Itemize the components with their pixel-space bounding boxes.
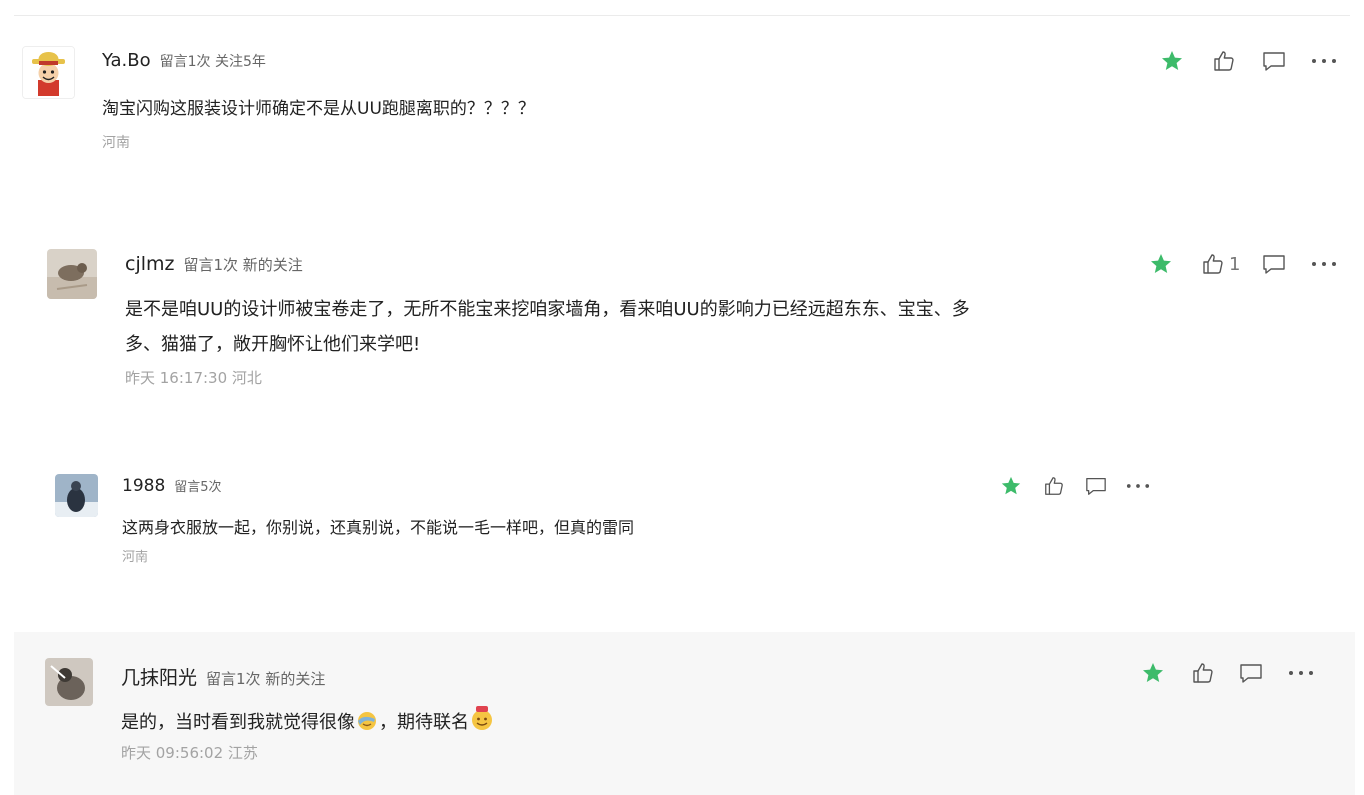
666-emoji-icon: [469, 705, 495, 736]
comment-timestamp-location: 昨天 16:17:30 河北: [125, 369, 262, 387]
comment-text: 淘宝闪购这服装设计师确定不是从UU跑腿离职的？？？？: [102, 99, 535, 119]
commenter-name[interactable]: cjlmz: [125, 253, 175, 275]
speech-bubble-icon[interactable]: [1237, 660, 1265, 686]
comment-item: cjlmz 留言1次 新的关注 是不是咱UU的设计师被宝卷走了，无所不能宝来挖咱…: [0, 235, 1364, 405]
avatar[interactable]: [22, 46, 75, 99]
comment-timestamp-location: 昨天 09:56:02 江苏: [121, 744, 258, 762]
commenter-meta: 留言1次 关注5年: [159, 54, 266, 70]
comment-item: Ya.Bo 留言1次 关注5年 淘宝闪购这服装设计师确定不是从UU跑腿离职的？？…: [0, 30, 1364, 190]
thumbs-up-icon[interactable]: [1210, 48, 1238, 74]
more-dots-icon[interactable]: [1310, 48, 1338, 74]
like-count: 1: [1229, 253, 1241, 275]
comment-text-line: 是不是咱UU的设计师被宝卷走了，无所不能宝来挖咱家墙角，看来咱UU的影响力已经远…: [125, 299, 970, 320]
comment-text-line: 多、猫猫了，敞开胸怀让他们来学吧!: [125, 334, 421, 355]
comment-text: 是的，当时看到我就觉得很像 ，期待联名: [121, 705, 495, 736]
star-icon[interactable]: [1139, 660, 1167, 686]
comment-actions: [1158, 48, 1338, 74]
speech-bubble-icon[interactable]: [1260, 251, 1288, 277]
comment-header: Ya.Bo 留言1次 关注5年: [102, 50, 266, 71]
avatar[interactable]: [47, 249, 97, 299]
thumbs-up-icon[interactable]: [1189, 660, 1217, 686]
comment-actions: 1: [1147, 251, 1338, 277]
commenter-meta: 留言1次 新的关注: [183, 256, 303, 274]
star-icon[interactable]: [1147, 251, 1175, 277]
comment-text-part: ，期待联名: [379, 712, 469, 733]
thumbs-up-icon[interactable]: [1041, 474, 1067, 498]
comment-location: 河南: [122, 550, 149, 565]
thumbs-up-icon[interactable]: [1199, 251, 1227, 277]
more-dots-icon[interactable]: [1125, 474, 1151, 498]
comment-location: 河南: [102, 135, 130, 151]
top-divider: [14, 15, 1350, 16]
comment-header: 几抹阳光 留言1次 新的关注: [121, 663, 325, 690]
star-icon[interactable]: [1158, 48, 1186, 74]
speech-bubble-icon[interactable]: [1083, 474, 1109, 498]
commenter-meta: 留言5次: [174, 480, 222, 495]
avatar[interactable]: [55, 474, 98, 517]
star-icon[interactable]: [998, 474, 1024, 498]
comment-text-part: 是的，当时看到我就觉得很像: [121, 712, 355, 733]
avatar[interactable]: [45, 658, 93, 706]
speech-bubble-icon[interactable]: [1260, 48, 1288, 74]
more-dots-icon[interactable]: [1287, 660, 1315, 686]
comment-header: 1988 留言5次: [122, 476, 222, 496]
comment-text: 这两身衣服放一起，你别说，还真别说，不能说一毛一样吧，但真的雷同: [122, 518, 635, 537]
comment-item: 几抹阳光 留言1次 新的关注 是的，当时看到我就觉得很像 ，期待联名 昨天 09:…: [14, 632, 1355, 795]
comment-item: 1988 留言5次 这两身衣服放一起，你别说，还真别说，不能说一毛一样吧，但真的…: [0, 460, 1364, 580]
comment-header: cjlmz 留言1次 新的关注: [125, 253, 303, 275]
comment-actions: [1139, 660, 1315, 686]
facepalm-emoji-icon: [355, 709, 379, 736]
commenter-name[interactable]: Ya.Bo: [102, 50, 151, 71]
commenter-name[interactable]: 几抹阳光: [121, 663, 197, 690]
comment-actions: [998, 474, 1151, 498]
commenter-meta: 留言1次 新的关注: [206, 670, 326, 688]
commenter-name[interactable]: 1988: [122, 476, 165, 496]
more-dots-icon[interactable]: [1310, 251, 1338, 277]
